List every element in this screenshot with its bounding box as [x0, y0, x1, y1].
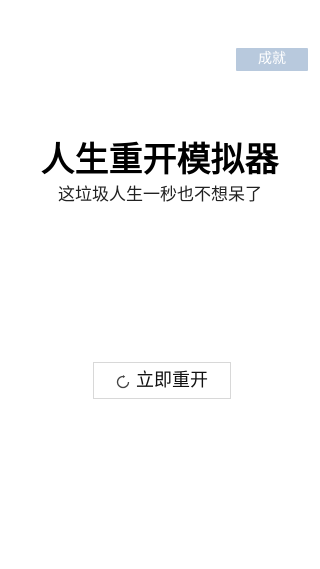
achievements-button[interactable]: 成就	[236, 48, 308, 71]
page: 成就 人生重开模拟器 这垃圾人生一秒也不想呆了 立即重开	[0, 0, 320, 569]
page-title: 人生重开模拟器	[41, 140, 279, 180]
restart-button[interactable]: 立即重开	[93, 362, 231, 399]
restart-button-label: 立即重开	[136, 369, 208, 391]
page-subtitle: 这垃圾人生一秒也不想呆了	[58, 185, 262, 205]
refresh-icon	[116, 374, 130, 388]
